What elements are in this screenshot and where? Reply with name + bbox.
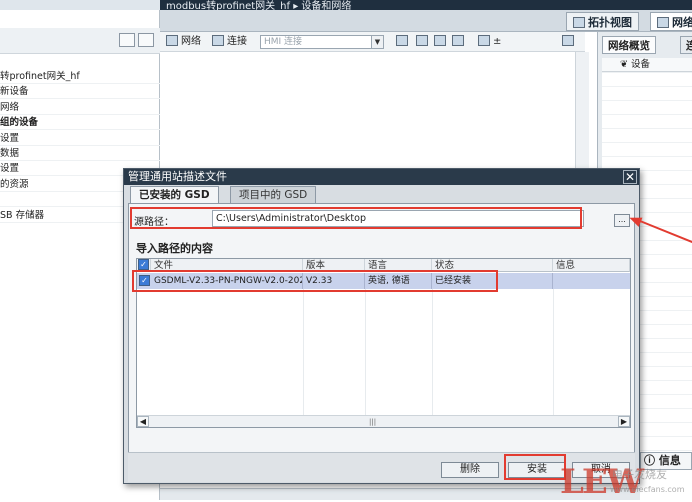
connection-button-label: 连接 bbox=[227, 36, 247, 47]
editor-toolbar: 网络 连接 HMI 连接 ▼ ± bbox=[160, 32, 585, 52]
delete-button[interactable]: 删除 bbox=[441, 462, 499, 478]
network-icon bbox=[657, 17, 669, 28]
manage-gsd-dialog: 管理通用站描述文件 ✕ 已安装的 GSD 项目中的 GSD 源路径： C:\Us… bbox=[123, 168, 640, 484]
grid-icon bbox=[416, 35, 428, 46]
tree-item[interactable]: 新设备 bbox=[0, 84, 160, 100]
zoom-button[interactable]: ± bbox=[478, 35, 501, 49]
view-tabs: 拓扑视图 网络 bbox=[160, 10, 692, 32]
cell-info bbox=[553, 273, 630, 289]
tab-project-gsd[interactable]: 项目中的 GSD bbox=[230, 186, 317, 203]
highlight-gsd-row bbox=[132, 270, 498, 292]
toolbar-icon-2[interactable] bbox=[416, 35, 431, 49]
device-column-icon: ❦ bbox=[620, 59, 628, 70]
watermark-subtitle: 电子发烧友 bbox=[612, 468, 667, 481]
project-tree-toolbar bbox=[0, 28, 160, 54]
tree-item[interactable]: 设置 bbox=[0, 131, 160, 146]
table-horizontal-scrollbar[interactable]: ◀ ||| ▶ bbox=[137, 415, 630, 427]
add-icon[interactable] bbox=[138, 33, 154, 47]
scroll-thumb-icon[interactable]: ||| bbox=[369, 418, 376, 426]
panel-icon bbox=[562, 35, 574, 46]
dialog-title-bar: 管理通用站描述文件 ✕ bbox=[124, 169, 639, 185]
title-strip: modbus转profinet网关_hf ▸ 设备和网络 bbox=[0, 0, 692, 12]
highlight-icon bbox=[396, 35, 408, 46]
toolbar-icon-1[interactable] bbox=[396, 35, 411, 49]
left-title-area bbox=[0, 0, 160, 10]
tab-network-label: 网络 bbox=[672, 16, 692, 29]
overview-tabs: 网络概览 连 bbox=[602, 36, 692, 54]
dialog-title: 管理通用站描述文件 bbox=[128, 170, 227, 183]
device-column-header[interactable]: 设备 bbox=[631, 59, 650, 70]
tab-network-view[interactable]: 网络 bbox=[650, 12, 692, 31]
col-info[interactable]: 信息 bbox=[553, 259, 630, 272]
tree-item[interactable]: 转profinet网关_hf bbox=[0, 69, 160, 84]
table-icon bbox=[452, 35, 464, 46]
overview-header: ❦ 设备 bbox=[602, 58, 692, 72]
watermark-logo: LEW 电子发烧友 www.elecfans.com bbox=[560, 458, 692, 502]
zoom-icon bbox=[478, 35, 490, 46]
highlight-source-path bbox=[130, 207, 582, 229]
tab-installed-gsd[interactable]: 已安装的 GSD bbox=[130, 186, 219, 203]
tree-item[interactable]: 组的设备 bbox=[0, 115, 160, 131]
hmi-select-value: HMI 连接 bbox=[264, 37, 303, 47]
connection-button[interactable]: 连接 bbox=[212, 35, 247, 49]
network-button[interactable]: 网络 bbox=[166, 35, 201, 49]
highlight-install-button bbox=[504, 454, 566, 480]
topology-icon bbox=[573, 17, 585, 28]
toolbar-icon-3[interactable] bbox=[434, 35, 449, 49]
close-icon[interactable]: ✕ bbox=[623, 170, 637, 184]
scroll-right-icon[interactable]: ▶ bbox=[618, 416, 630, 427]
tab-connections[interactable]: 连 bbox=[680, 36, 692, 54]
watermark-url: www.elecfans.com bbox=[610, 485, 685, 494]
chevron-down-icon: ▼ bbox=[371, 36, 383, 48]
tree-item[interactable]: 数据 bbox=[0, 146, 160, 161]
tab-topology-label: 拓扑视图 bbox=[588, 16, 632, 29]
hmi-connection-select[interactable]: HMI 连接 ▼ bbox=[260, 35, 384, 49]
toolbar-icon-4[interactable] bbox=[452, 35, 467, 49]
tab-topology-view[interactable]: 拓扑视图 bbox=[566, 12, 639, 31]
view-toggle-icon[interactable] bbox=[119, 33, 135, 47]
tab-network-overview[interactable]: 网络概览 bbox=[602, 36, 656, 54]
scroll-left-icon[interactable]: ◀ bbox=[137, 416, 149, 427]
import-content-title: 导入路径的内容 bbox=[136, 242, 213, 255]
table-empty-area bbox=[137, 289, 630, 417]
layout-icon bbox=[434, 35, 446, 46]
tree-item[interactable]: 网络 bbox=[0, 100, 160, 115]
network-button-label: 网络 bbox=[181, 36, 201, 47]
toolbar-icon-5[interactable] bbox=[562, 35, 577, 49]
network-mode-icon bbox=[166, 35, 178, 46]
connection-icon bbox=[212, 35, 224, 46]
